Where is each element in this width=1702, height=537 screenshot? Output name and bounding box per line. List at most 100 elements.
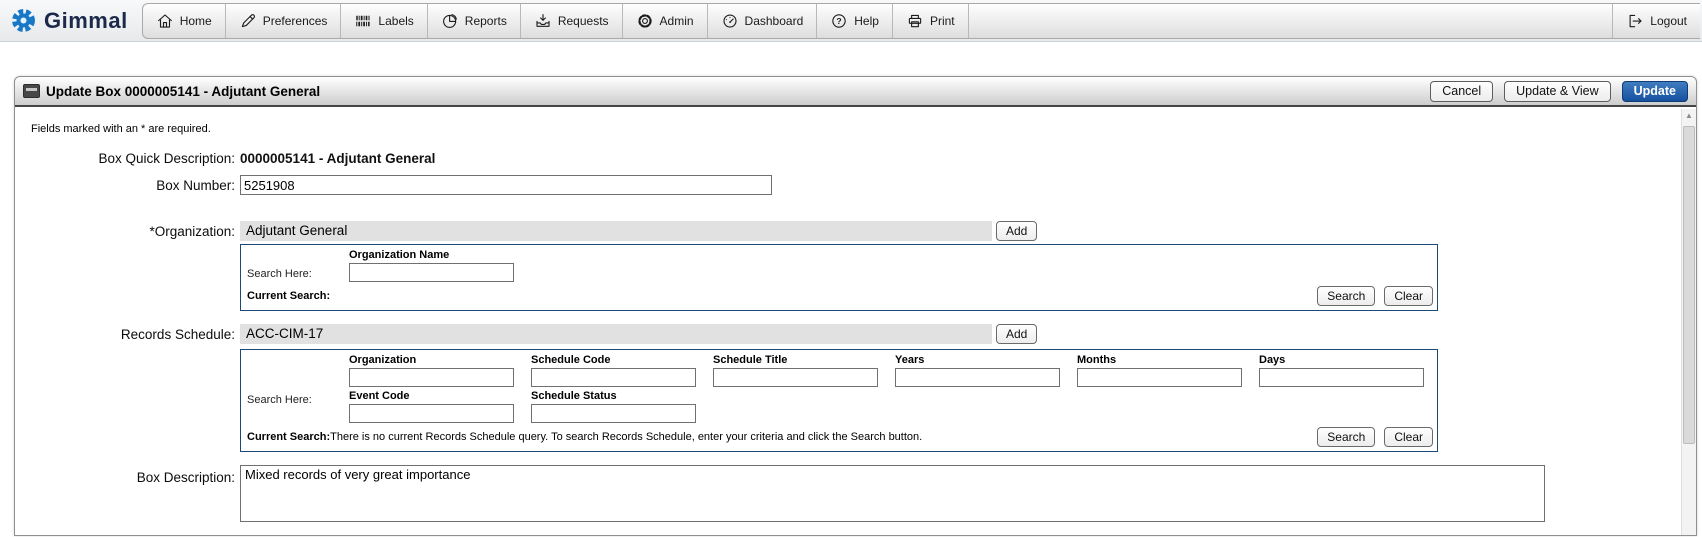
printer-icon xyxy=(906,12,924,30)
rs-schedule-title-field: Schedule Title xyxy=(713,354,895,387)
update-and-view-button[interactable]: Update & View xyxy=(1504,81,1610,102)
scroll-up-arrow[interactable]: ▲ xyxy=(1682,109,1696,123)
toolbar-requests-button[interactable]: Requests xyxy=(520,4,622,38)
top-toolbar: Gimmal Home Preferences Labels Reports xyxy=(0,0,1702,42)
toolbar-dashboard-button[interactable]: Dashboard xyxy=(707,4,817,38)
page-title: Update Box 0000005141 - Adjutant General xyxy=(46,84,320,99)
rs-months-field: Months xyxy=(1077,354,1259,387)
toolbar-help-button[interactable]: ? Help xyxy=(816,4,892,38)
toolbar-reports-label: Reports xyxy=(465,14,507,28)
gauge-icon xyxy=(721,12,739,30)
toolbar-preferences-button[interactable]: Preferences xyxy=(225,4,341,38)
logout-label: Logout xyxy=(1650,14,1687,28)
rs-schedule-code-field: Schedule Code xyxy=(531,354,713,387)
rs-schedule-code-header: Schedule Code xyxy=(531,354,713,368)
logout-icon xyxy=(1626,12,1644,30)
svg-text:?: ? xyxy=(837,16,842,26)
records-schedule-search-button[interactable]: Search xyxy=(1317,427,1375,447)
toolbar-labels-label: Labels xyxy=(378,14,413,28)
toolbar-preferences-label: Preferences xyxy=(263,14,328,28)
toolbar-dashboard-label: Dashboard xyxy=(745,14,804,28)
organization-search-button[interactable]: Search xyxy=(1317,286,1375,306)
organization-row: *Organization: Adjutant General Add xyxy=(15,221,1696,241)
box-icon xyxy=(23,84,40,98)
organization-add-button[interactable]: Add xyxy=(996,221,1037,241)
brand-name: Gimmal xyxy=(44,8,128,34)
records-schedule-current-search-label: Current Search: xyxy=(247,431,330,443)
organization-name-field: Organization Name xyxy=(349,249,531,282)
box-number-input[interactable] xyxy=(240,175,772,195)
organization-search-fields: Organization Name xyxy=(349,245,1437,282)
organization-name-header: Organization Name xyxy=(349,249,531,263)
rs-days-input[interactable] xyxy=(1259,368,1424,387)
toolbar-home-label: Home xyxy=(180,14,212,28)
records-schedule-field-grid: Organization Schedule Code Schedule Titl… xyxy=(349,354,1437,423)
scrollbar-thumb[interactable] xyxy=(1683,126,1695,444)
toolbar-reports-button[interactable]: Reports xyxy=(427,4,520,38)
organization-clear-button[interactable]: Clear xyxy=(1384,286,1433,306)
toolbar-help-label: Help xyxy=(854,14,879,28)
gimmal-logo: Gimmal xyxy=(10,7,128,34)
records-schedule-search-fields: Organization Schedule Code Schedule Titl… xyxy=(349,350,1437,423)
organization-current-search-label: Current Search: xyxy=(247,290,330,302)
question-circle-icon: ? xyxy=(830,12,848,30)
rs-schedule-status-header: Schedule Status xyxy=(531,390,713,404)
pencil-icon xyxy=(239,12,257,30)
rs-years-field: Years xyxy=(895,354,1077,387)
records-schedule-add-button[interactable]: Add xyxy=(996,324,1037,344)
organization-search-here-label: Search Here: xyxy=(247,268,312,280)
records-schedule-label: Records Schedule: xyxy=(15,327,240,342)
records-schedule-row: Records Schedule: ACC-CIM-17 Add xyxy=(15,324,1696,344)
toolbar-filler xyxy=(968,4,1613,38)
rs-schedule-code-input[interactable] xyxy=(531,368,696,387)
gear-icon xyxy=(636,12,654,30)
box-quick-description-row: Box Quick Description: 0000005141 - Adju… xyxy=(15,151,1696,166)
rs-months-header: Months xyxy=(1077,354,1259,368)
rs-years-input[interactable] xyxy=(895,368,1060,387)
header-buttons: Cancel Update & View Update xyxy=(1430,81,1688,102)
toolbar-home-button[interactable]: Home xyxy=(143,4,225,38)
gimmal-gear-icon xyxy=(10,7,37,34)
update-button[interactable]: Update xyxy=(1622,81,1688,102)
toolbar-print-button[interactable]: Print xyxy=(892,4,968,38)
form-body: Fields marked with an * are required. Bo… xyxy=(15,107,1696,535)
rs-years-header: Years xyxy=(895,354,1077,368)
rs-organization-header: Organization xyxy=(349,354,531,368)
toolbar-requests-label: Requests xyxy=(558,14,609,28)
rs-event-code-input[interactable] xyxy=(349,404,514,423)
rs-schedule-status-field: Schedule Status xyxy=(531,390,713,423)
box-description-row: Box Description: Mixed records of very g… xyxy=(15,465,1696,522)
box-number-row: Box Number: xyxy=(15,175,1696,195)
cancel-button[interactable]: Cancel xyxy=(1430,81,1493,102)
rs-event-code-header: Event Code xyxy=(349,390,531,404)
records-schedule-search-panel: Search Here: Organization Schedule Code … xyxy=(240,349,1438,452)
records-schedule-current-search-text: There is no current Records Schedule que… xyxy=(330,431,922,443)
rs-schedule-status-input[interactable] xyxy=(531,404,696,423)
toolbar-admin-label: Admin xyxy=(660,14,694,28)
organization-label: *Organization: xyxy=(15,224,240,239)
inbox-arrow-icon xyxy=(534,12,552,30)
toolbar-print-label: Print xyxy=(930,14,955,28)
box-quick-description-label: Box Quick Description: xyxy=(15,151,240,166)
toolbar-labels-button[interactable]: Labels xyxy=(340,4,426,38)
box-number-label: Box Number: xyxy=(15,178,240,193)
box-description-textarea[interactable]: Mixed records of very great importance xyxy=(240,465,1545,522)
pie-chart-icon xyxy=(441,12,459,30)
records-schedule-value-bar: ACC-CIM-17 xyxy=(240,324,992,344)
organization-name-input[interactable] xyxy=(349,263,514,282)
vertical-scrollbar[interactable]: ▲ xyxy=(1681,109,1696,535)
rs-organization-input[interactable] xyxy=(349,368,514,387)
toolbar-button-group: Home Preferences Labels Reports Requests xyxy=(142,3,1700,39)
barcode-icon xyxy=(354,12,372,30)
update-box-window: Update Box 0000005141 - Adjutant General… xyxy=(14,76,1697,536)
logout-button[interactable]: Logout xyxy=(1612,4,1700,38)
rs-months-input[interactable] xyxy=(1077,368,1242,387)
required-fields-note: Fields marked with an * are required. xyxy=(31,123,1696,135)
home-icon xyxy=(156,12,174,30)
records-schedule-clear-button[interactable]: Clear xyxy=(1384,427,1433,447)
rs-schedule-title-input[interactable] xyxy=(713,368,878,387)
rs-organization-field: Organization xyxy=(349,354,531,387)
records-schedule-search-here-label: Search Here: xyxy=(247,394,312,406)
rs-event-code-field: Event Code xyxy=(349,390,531,423)
toolbar-admin-button[interactable]: Admin xyxy=(622,4,707,38)
